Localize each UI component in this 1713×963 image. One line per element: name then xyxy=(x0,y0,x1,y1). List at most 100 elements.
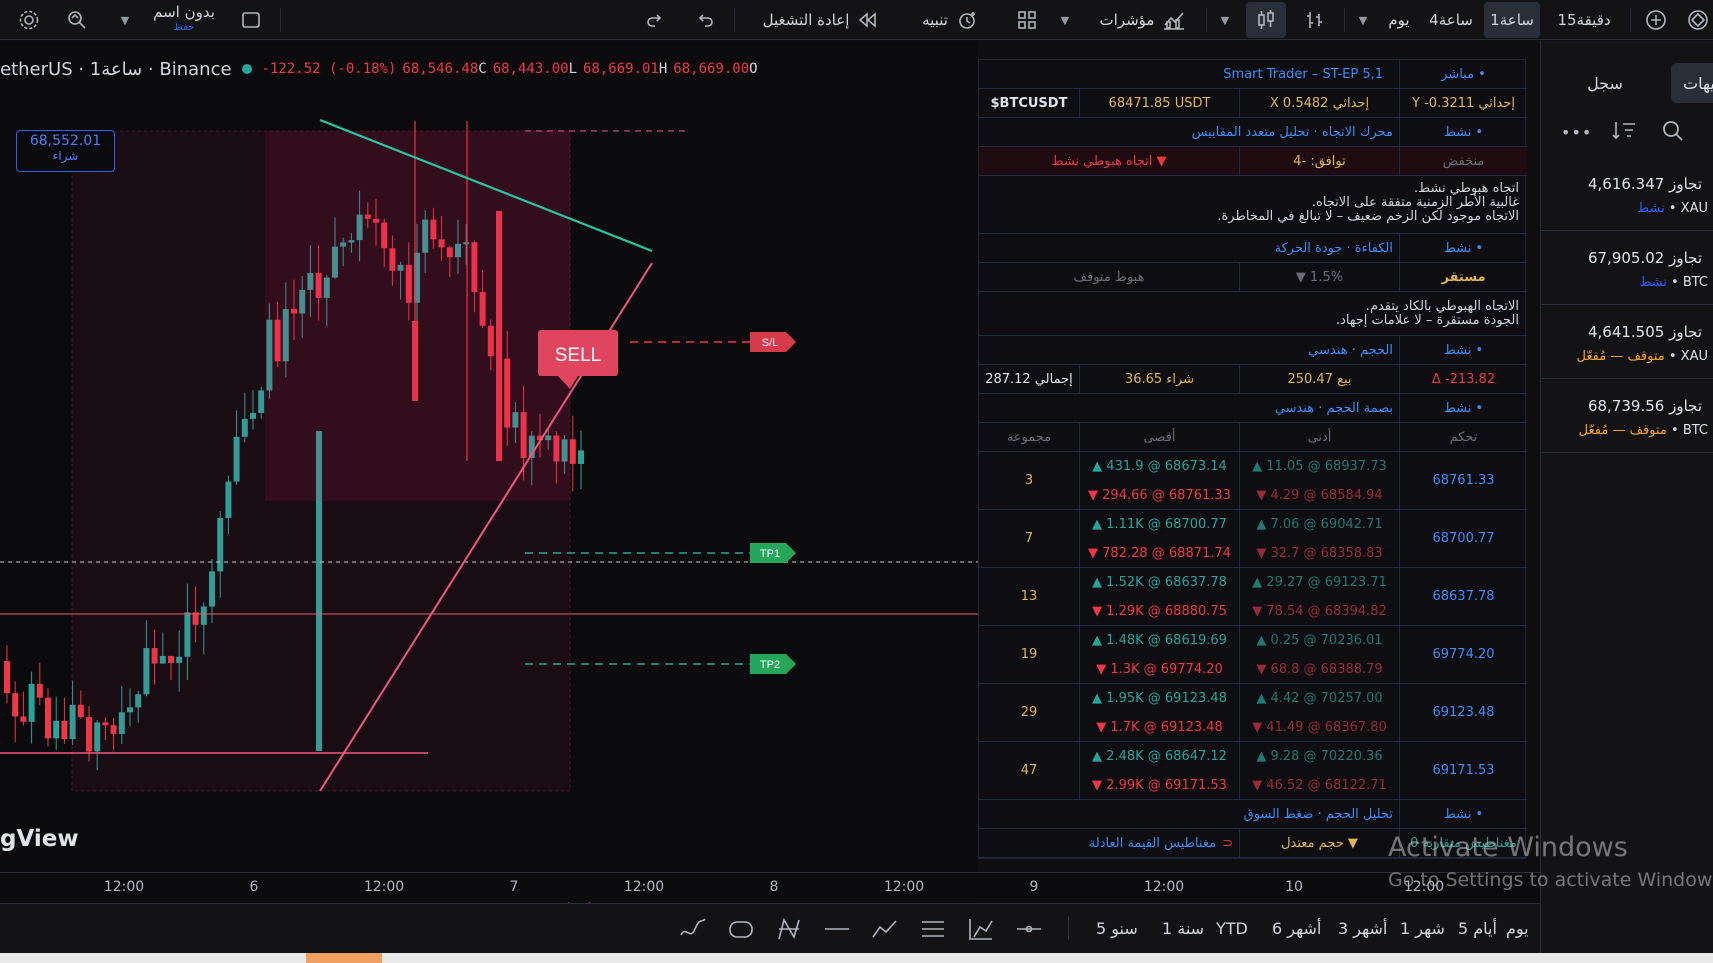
interval-4h-button[interactable]: 4ساعة xyxy=(1424,0,1478,40)
footprint-row: 3 ▲ 431.9 @ 68673.14 ▼ 294.66 @ 68761.33 ▲ … xyxy=(979,452,1527,510)
fp-control: 69123.48 xyxy=(1399,684,1527,741)
dash-note1-row: .اتجاه هبوطي نشط .غالبية الأطر الزمنية م… xyxy=(979,176,1527,234)
add-symbol-icon[interactable] xyxy=(1640,0,1672,40)
interval-chevron-down-icon[interactable]: ▼ xyxy=(1356,0,1370,40)
fullscreen-icon[interactable] xyxy=(236,0,266,40)
layout-grid-icon[interactable] xyxy=(1012,0,1042,40)
bar-chart-type-icon[interactable] xyxy=(1298,0,1332,40)
footprint-row: 29 ▲ 1.95K @ 69123.48 ▼ 1.7K @ 69123.48 ▲ 4… xyxy=(979,684,1527,742)
shape-tool-icon[interactable] xyxy=(726,915,756,943)
alert-item[interactable]: تجاوز 67,905.02 نشط • BTC xyxy=(1541,235,1713,305)
fp-control: 68637.78 xyxy=(1399,568,1527,625)
tab-log[interactable]: سجل xyxy=(1563,63,1647,103)
alert-item[interactable]: تجاوز 4,616.347 نشط • XAU xyxy=(1541,161,1713,231)
alert-title: تجاوز 68,739.56 xyxy=(1587,397,1702,415)
fib-tool-icon[interactable] xyxy=(966,915,996,943)
range-button[interactable]: YTD xyxy=(1216,919,1248,938)
indicators-chevron-down-icon[interactable]: ▼ xyxy=(1058,0,1072,40)
undo-icon[interactable] xyxy=(690,0,720,40)
dash-vol-analysis-active: نشط • xyxy=(1399,800,1527,828)
indicators-button[interactable]: مؤشرات xyxy=(1090,0,1196,40)
range-button[interactable]: يوم xyxy=(1506,919,1529,938)
rewind-icon xyxy=(859,12,877,28)
redo-icon[interactable] xyxy=(640,0,670,40)
replay-label: إعادة التشغيل xyxy=(762,11,850,29)
more-options-icon[interactable]: ••• xyxy=(1561,123,1592,142)
horizontal-scrollbar[interactable] xyxy=(0,953,1713,963)
account-icon[interactable] xyxy=(1682,0,1713,40)
dash-eff-pct: ▼ 1.5% xyxy=(1239,263,1399,291)
footprint-row: 19 ▲ 1.48K @ 68619.69 ▼ 1.3K @ 69774.20 ▲ 0… xyxy=(979,626,1527,684)
fp-group: 29 xyxy=(1020,705,1038,720)
interval-15m-button[interactable]: 15دقيقة xyxy=(1546,0,1622,40)
dash-engine-row: محرك الاتجاه · تحليل متعدد المقاييس نشط … xyxy=(979,118,1527,147)
fp-control: 69774.20 xyxy=(1399,626,1527,683)
candles-chart-type-icon[interactable] xyxy=(1246,2,1286,38)
interval-1d-label: يوم xyxy=(1388,11,1410,29)
sort-icon[interactable] xyxy=(1611,119,1637,145)
trend-line-icon[interactable] xyxy=(822,915,852,943)
tradingview-logo[interactable]: gView xyxy=(0,826,79,852)
layout-name-button[interactable]: بدون اسم حفظ xyxy=(140,0,228,40)
candle-body xyxy=(578,450,584,464)
alert-status: نشط xyxy=(1637,201,1665,216)
chart-type-chevron-down-icon[interactable]: ▼ xyxy=(1218,0,1232,40)
alert-item[interactable]: تجاوز 4,641.505 متوقف — مُفعّل • XAU xyxy=(1541,309,1713,379)
dash-trend-state: اتجاه هبوطي نشط ▼ xyxy=(1051,153,1167,169)
dash-note1-line1: .اتجاه هبوطي نشط xyxy=(1413,181,1519,196)
time-tick: 12:00 xyxy=(103,879,145,895)
time-axis[interactable]: 12:00 6 12:00 7 12:00 8 12:00 9 12:00 10 12:00 xyxy=(0,872,1540,902)
scrollbar-thumb[interactable] xyxy=(306,953,382,963)
range-button[interactable]: 5 سنو xyxy=(1096,919,1138,938)
candle-body xyxy=(569,439,576,464)
fp-min-up: ▲ 9.28 @ 70220.36 xyxy=(1256,748,1383,764)
indicators-chart-icon xyxy=(1164,12,1185,30)
price-chart[interactable]: SELLS/LTP1TP2 68,552.01 شراء ⚡ xyxy=(0,41,978,908)
time-tick: 9 xyxy=(1029,879,1039,895)
activate-subtitle: Go to Settings to activate Windows. xyxy=(1388,869,1713,891)
dash-trend-row: اتجاه هبوطي نشط ▼ توافق: -4 منخفض xyxy=(979,147,1527,176)
replay-button[interactable]: إعادة التشغيل xyxy=(750,0,890,40)
lines-tool-icon[interactable] xyxy=(918,915,948,943)
pattern-tool-icon[interactable] xyxy=(774,915,804,943)
candle-body xyxy=(36,683,43,698)
fp-min-down: ▼ 32.7 @ 68358.83 xyxy=(1256,545,1383,561)
close-value: 68,546.48C xyxy=(402,61,487,77)
candle-body xyxy=(4,661,10,694)
brush-tool-icon[interactable] xyxy=(678,915,708,943)
buy-price-tag[interactable]: 68,552.01 شراء xyxy=(16,130,115,172)
range-button[interactable]: 3 أشهر xyxy=(1338,919,1387,938)
layout-chevron-down-icon[interactable]: ▼ xyxy=(118,0,132,40)
fp-min-up: ▲ 29.27 @ 69123.71 xyxy=(1252,574,1387,590)
candle-body xyxy=(61,720,68,740)
path-tool-icon[interactable] xyxy=(870,915,900,943)
indicators-label: مؤشرات xyxy=(1099,11,1155,29)
header-group: مجموعة xyxy=(1006,429,1052,445)
range-button[interactable]: 5 أيام xyxy=(1458,919,1497,938)
horizontal-ray-icon[interactable] xyxy=(1014,915,1044,943)
range-button[interactable]: 1 سنة xyxy=(1162,919,1204,938)
interval-1d-button[interactable]: يوم xyxy=(1378,0,1420,40)
dash-title: Smart Trader – ST-EP 5,1 xyxy=(1223,66,1383,82)
alert-symbol: BTC xyxy=(1682,423,1708,438)
alert-item[interactable]: تجاوز 68,739.56 متوقف — مُفعّل • BTC xyxy=(1541,383,1713,453)
dash-volume-label: الحجم · هندسي xyxy=(1308,342,1393,358)
range-button[interactable]: 6 أشهر xyxy=(1272,919,1321,938)
fp-group: 19 xyxy=(1020,647,1038,662)
range-button[interactable]: 1 شهر xyxy=(1400,919,1445,938)
alert-button[interactable]: تنبيه xyxy=(910,0,990,40)
fp-max-down: ▼ 1.3K @ 69774.20 xyxy=(1096,661,1223,677)
quick-search-icon[interactable] xyxy=(60,0,94,40)
buy-price-value: 68,552.01 xyxy=(29,133,102,149)
settings-gear-icon[interactable] xyxy=(12,0,46,40)
alert-label: تنبيه xyxy=(922,11,948,29)
candle-body xyxy=(45,697,51,739)
tab-alerts[interactable]: تنبيهات xyxy=(1671,63,1713,103)
fp-max-up: ▲ 431.9 @ 68673.14 xyxy=(1092,458,1227,474)
symbol-title[interactable]: etherUS · 1ساعة · Binance xyxy=(0,59,232,80)
interval-1h-button[interactable]: 1ساعة xyxy=(1484,2,1540,38)
fp-control: 69171.53 xyxy=(1399,742,1527,799)
chart-canvas[interactable]: SELL S/L TP1 TP2 xyxy=(0,41,978,903)
search-icon[interactable] xyxy=(1661,119,1685,147)
fp-max-up: ▲ 1.95K @ 69123.48 xyxy=(1092,690,1227,706)
